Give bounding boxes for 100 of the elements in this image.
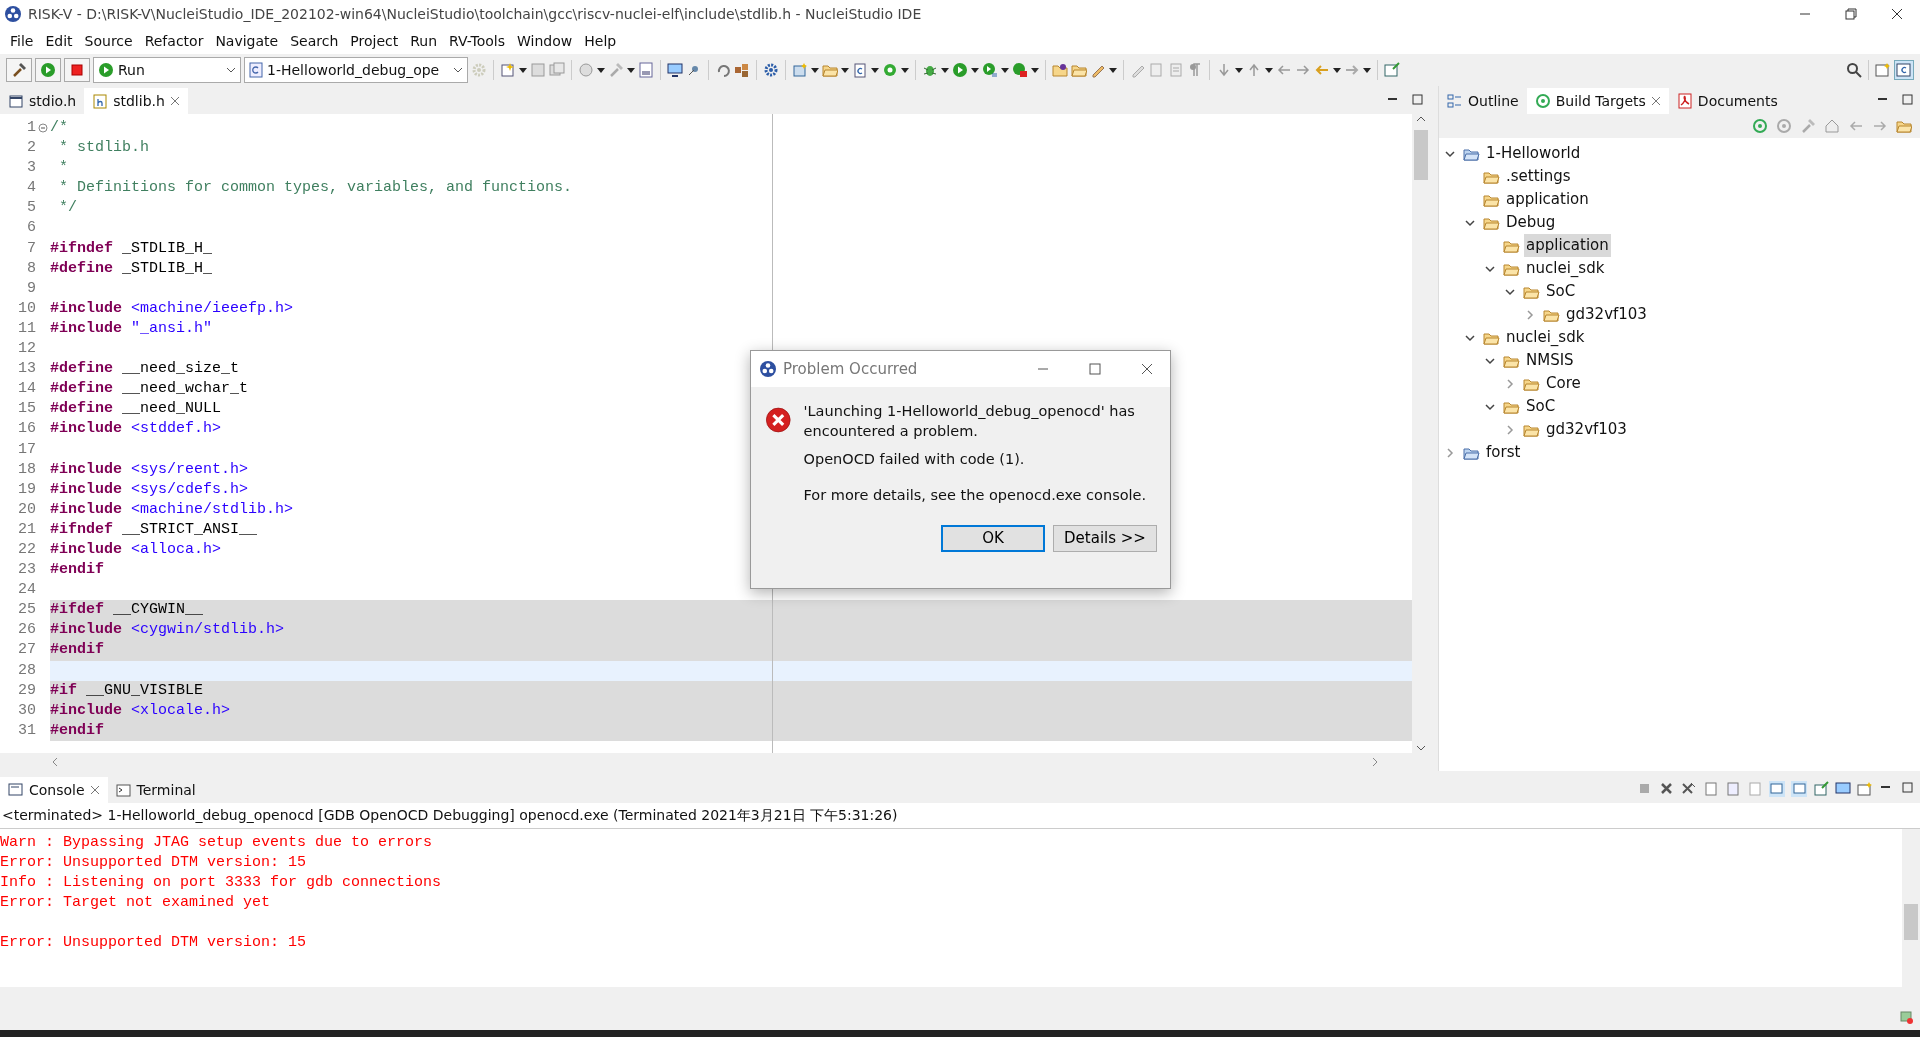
close-icon[interactable]	[1140, 362, 1154, 376]
dropdown-arrow-icon[interactable]	[627, 67, 635, 73]
tree-item[interactable]: Debug	[1504, 211, 1558, 234]
scroll-left-icon[interactable]	[50, 757, 60, 767]
tree-item[interactable]: forst	[1484, 441, 1523, 464]
dropdown-arrow-icon[interactable]	[871, 67, 879, 73]
new-target-icon[interactable]	[1752, 118, 1768, 134]
document-icon[interactable]	[1725, 781, 1741, 797]
blocks-icon[interactable]	[734, 62, 750, 78]
pilcrow-icon[interactable]	[1187, 62, 1203, 78]
scroll-up-icon[interactable]	[1416, 114, 1426, 124]
build-button[interactable]	[6, 58, 32, 82]
dropdown-arrow-icon[interactable]	[1265, 67, 1273, 73]
hammer-icon[interactable]	[1800, 118, 1816, 134]
dropdown-arrow-icon[interactable]	[519, 67, 527, 73]
open-console-icon[interactable]	[1813, 781, 1829, 797]
tree-item[interactable]: SoC	[1524, 395, 1558, 418]
gear-icon[interactable]	[763, 62, 779, 78]
tree-item[interactable]: .settings	[1504, 165, 1573, 188]
tree-item[interactable]: application	[1524, 234, 1611, 257]
chevron-down-icon[interactable]	[1485, 401, 1495, 412]
tab[interactable]: Build Targets	[1526, 88, 1669, 114]
dropdown-arrow-icon[interactable]	[1235, 67, 1243, 73]
dropdown-arrow-icon[interactable]	[1031, 67, 1039, 73]
launch-config-dropdown[interactable]: 1-Helloworld_debug_ope	[244, 57, 468, 83]
chevron-right-icon[interactable]	[1525, 309, 1535, 320]
dropdown-arrow-icon[interactable]	[597, 67, 605, 73]
perspective-icon[interactable]	[1875, 62, 1891, 78]
scroll-right-icon[interactable]	[1370, 757, 1380, 767]
tree-item[interactable]: gd32vf103	[1544, 418, 1629, 441]
run-button[interactable]	[35, 58, 61, 82]
menu-item[interactable]: File	[4, 30, 40, 52]
dropdown-arrow-icon[interactable]	[811, 67, 819, 73]
ok-button[interactable]: OK	[941, 525, 1045, 552]
stop-button[interactable]	[64, 58, 90, 82]
run-toolbox-icon[interactable]	[1012, 62, 1028, 78]
vertical-scrollbar[interactable]	[1902, 829, 1920, 987]
tab[interactable]: Console	[0, 777, 108, 803]
target-icon[interactable]	[1776, 118, 1792, 134]
menu-item[interactable]: Window	[511, 30, 579, 52]
home-icon[interactable]	[1824, 118, 1840, 134]
dropdown-arrow-icon[interactable]	[1333, 67, 1341, 73]
menu-item[interactable]: Project	[344, 30, 405, 52]
restore-icon[interactable]	[1844, 7, 1858, 21]
menu-item[interactable]: RV-Tools	[443, 30, 512, 52]
maximize-icon[interactable]	[1901, 93, 1914, 106]
perspective-icon[interactable]	[1894, 60, 1914, 80]
search-icon[interactable]	[1846, 62, 1862, 78]
menu-item[interactable]: Navigate	[209, 30, 285, 52]
menu-item[interactable]: Refactor	[138, 30, 210, 52]
tab[interactable]: Outline	[1439, 88, 1527, 114]
chevron-down-icon[interactable]	[1465, 217, 1475, 228]
new-console-icon[interactable]	[1857, 781, 1873, 797]
chevron-down-icon[interactable]	[1465, 332, 1475, 343]
collapse-icon[interactable]	[38, 123, 48, 134]
tree-item[interactable]: SoC	[1544, 280, 1578, 303]
menu-item[interactable]: Help	[578, 30, 623, 52]
pin-console-icon[interactable]	[1769, 781, 1785, 797]
launch-mode-dropdown[interactable]: Run	[93, 57, 241, 83]
scrollbar-thumb[interactable]	[1904, 904, 1918, 940]
tree-item[interactable]: Core	[1544, 372, 1583, 395]
dropdown-arrow-icon[interactable]	[1109, 67, 1117, 73]
chevron-right-icon[interactable]	[1445, 447, 1455, 458]
chevron-right-icon[interactable]	[1505, 378, 1515, 389]
dropdown-arrow-icon[interactable]	[901, 67, 909, 73]
close-icon[interactable]	[1890, 7, 1904, 21]
folder-icon[interactable]	[1052, 62, 1068, 78]
tab[interactable]: stdlib.h	[84, 88, 188, 114]
tab[interactable]: Terminal	[107, 777, 204, 803]
file-icon[interactable]	[852, 62, 868, 78]
tree-item[interactable]: NMSIS	[1524, 349, 1576, 372]
tree-item[interactable]: gd32vf103	[1564, 303, 1649, 326]
menu-item[interactable]: Source	[78, 30, 139, 52]
tab[interactable]: stdio.h	[0, 88, 85, 114]
tree-item[interactable]: nuclei_sdk	[1504, 326, 1587, 349]
tree-item[interactable]: application	[1504, 188, 1591, 211]
tab[interactable]: Documents	[1668, 88, 1786, 114]
menu-item[interactable]: Search	[284, 30, 345, 52]
scroll-down-icon[interactable]	[1416, 743, 1426, 753]
chevron-down-icon[interactable]	[1485, 263, 1495, 274]
chevron-down-icon[interactable]	[1505, 286, 1515, 297]
details-button[interactable]: Details >>	[1053, 525, 1157, 552]
maximize-icon[interactable]	[1411, 93, 1424, 106]
menu-item[interactable]: Run	[404, 30, 444, 52]
menu-item[interactable]: Edit	[39, 30, 79, 52]
dropdown-arrow-icon[interactable]	[841, 67, 849, 73]
dropdown-arrow-icon[interactable]	[971, 67, 979, 73]
chevron-right-icon[interactable]	[1505, 424, 1515, 435]
tree-item[interactable]: nuclei_sdk	[1524, 257, 1607, 280]
dropdown-arrow-icon[interactable]	[941, 67, 949, 73]
tree-item[interactable]: 1-Helloworld	[1484, 142, 1583, 165]
save-all-icon[interactable]	[549, 62, 565, 78]
dropdown-arrow-icon[interactable]	[1363, 67, 1371, 73]
chevron-down-icon[interactable]	[1485, 355, 1495, 366]
console-icon[interactable]	[1791, 781, 1807, 797]
document-icon[interactable]	[1703, 781, 1719, 797]
monitor-icon[interactable]	[667, 62, 683, 78]
dropdown-arrow-icon[interactable]	[1001, 67, 1009, 73]
chevron-down-icon[interactable]	[1445, 148, 1455, 159]
open-window-icon[interactable]	[1384, 62, 1400, 78]
